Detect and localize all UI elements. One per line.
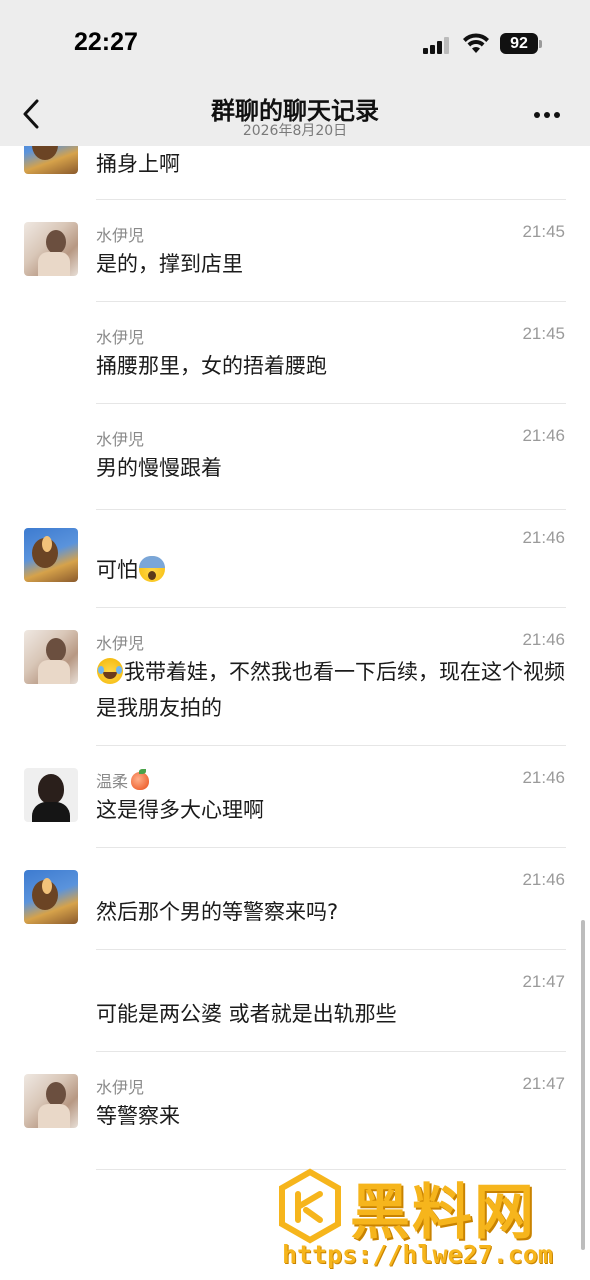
watermark-logo-icon [279, 1168, 341, 1244]
avatar[interactable] [24, 870, 78, 924]
signal-icon [423, 36, 451, 54]
message-text: 我带着娃，不然我也看一下后续，现在这个视频是我朋友拍的 [96, 654, 566, 726]
divider [96, 403, 566, 404]
divider [96, 745, 566, 746]
watermark-url: https://hlwe27.com [282, 1240, 553, 1269]
divider [96, 509, 566, 510]
message-time: 21:46 [522, 768, 565, 787]
message-text: 捅腰那里，女的捂着腰跑 [96, 354, 327, 378]
avatar[interactable] [24, 146, 78, 174]
divider [96, 1051, 566, 1052]
avatar[interactable] [24, 768, 78, 822]
message-time: 21:46 [522, 528, 565, 547]
message-text-content: 我带着娃，不然我也看一下后续，现在这个视频是我朋友拍的 [96, 660, 565, 720]
message-time: 21:45 [522, 324, 565, 343]
message-time: 21:46 [522, 630, 565, 649]
sender-name-text: 温柔 [96, 772, 129, 791]
message-list[interactable]: 捅身上啊 水伊児 21:45 是的，撑到店里 水伊児 21:45 捅腰那里，女的… [0, 146, 590, 1280]
divider [96, 949, 566, 950]
message-text: 然后那个男的等警察来吗? [96, 900, 339, 924]
sender-name: 水伊児 [96, 634, 145, 653]
nav-bar: 群聊的聊天记录 2026年8月20日 [0, 80, 590, 146]
message-text: 等警察来 [96, 1104, 180, 1128]
page-subtitle: 2026年8月20日 [242, 123, 348, 139]
wifi-icon [463, 33, 489, 53]
status-bar: 22:27 92 [0, 0, 590, 80]
sender-name: 水伊児 [96, 328, 145, 347]
watermark: 黑料网 https://hlwe27.com [0, 1160, 590, 1280]
message-time: 21:46 [522, 870, 565, 889]
message-text-content: 可怕 [96, 558, 138, 582]
message-text: 男的慢慢跟着 [96, 456, 222, 480]
watermark-name: 黑料网 [350, 1178, 536, 1248]
scream-emoji-icon [139, 556, 165, 582]
message-text: 可怕 [96, 552, 566, 588]
sender-name: 水伊児 [96, 1078, 145, 1097]
message-time: 21:47 [522, 972, 565, 991]
message-time: 21:46 [522, 426, 565, 445]
peach-emoji-icon [131, 769, 150, 790]
message-text: 这是得多大心理啊 [96, 798, 264, 822]
battery-tip [539, 40, 542, 48]
battery-icon: 92 [500, 33, 538, 54]
sender-name: 温柔 [96, 768, 150, 792]
message-text: 是的，撑到店里 [96, 252, 243, 276]
message-time: 21:45 [522, 222, 565, 241]
divider [96, 199, 566, 200]
avatar[interactable] [24, 630, 78, 684]
sender-name: 水伊児 [96, 226, 145, 245]
divider [96, 847, 566, 848]
sender-name: 水伊児 [96, 430, 145, 449]
more-icon[interactable] [530, 110, 564, 120]
status-time: 22:27 [74, 28, 138, 56]
avatar[interactable] [24, 528, 78, 582]
message-time: 21:47 [522, 1074, 565, 1093]
message-text: 捅身上啊 [96, 152, 180, 176]
message-text: 可能是两公婆 或者就是出轨那些 [96, 1002, 397, 1026]
avatar[interactable] [24, 1074, 78, 1128]
tears-of-joy-emoji-icon [97, 658, 123, 684]
divider [96, 607, 566, 608]
divider [96, 301, 566, 302]
avatar[interactable] [24, 222, 78, 276]
